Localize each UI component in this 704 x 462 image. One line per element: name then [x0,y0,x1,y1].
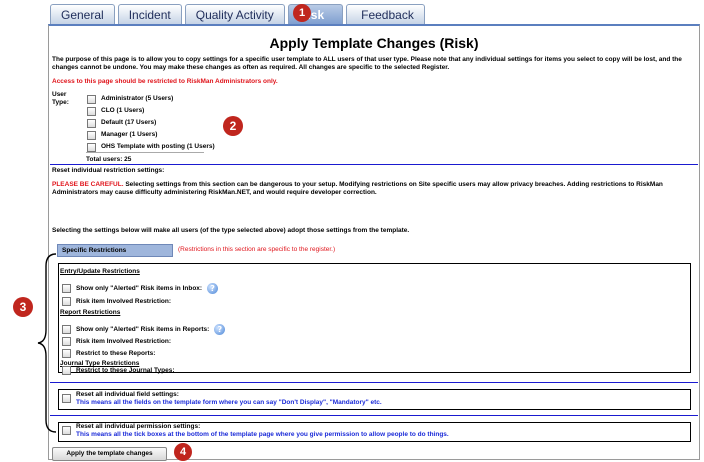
entry-label: Show only "Alerted" Risk items in Inbox: [76,284,203,292]
journal-checkbox[interactable] [62,366,71,375]
report-row: Restrict to these Reports: [62,349,155,358]
callout-3: 3 [13,297,33,317]
careful-prefix: PLEASE BE CAREFUL. [52,181,124,188]
user-type-row: Default (17 Users) [87,117,215,129]
reset-field-row: Reset all individual field settings: Thi… [62,391,382,407]
reset-perm-text: Reset all individual permission settings… [76,423,449,439]
access-note: Access to this page should be restricted… [52,78,278,85]
reset-perm-title: Reset all individual permission settings… [76,423,201,430]
section-divider [50,415,698,416]
section-divider [50,382,698,383]
journal-row: Restrict to these Journal Types: [62,366,175,375]
reset-field-title: Reset all individual field settings: [76,391,179,398]
report-label: Show only "Alerted" Risk items in Report… [76,325,210,333]
section-divider [50,164,698,165]
user-type-checkbox[interactable] [87,142,96,152]
user-type-label-item: CLO (1 Users) [101,107,145,114]
careful-warning: PLEASE BE CAREFUL. Selecting settings fr… [52,181,696,197]
callout-4: 4 [174,443,192,461]
report-checkbox[interactable] [62,325,71,334]
page-title: Apply Template Changes (Risk) [269,35,479,51]
help-icon[interactable]: ? [214,324,226,335]
user-type-row: CLO (1 Users) [87,105,215,117]
tab-bar: General Incident Quality Activity Risk F… [50,4,425,24]
entry-checkbox[interactable] [62,284,71,293]
tab-incident[interactable]: Incident [117,4,182,24]
intro-text: The purpose of this page is to allow you… [52,56,682,71]
report-row: Risk item Involved Restriction: [62,337,171,346]
apply-template-button[interactable]: Apply the template changes [52,447,167,461]
divider [86,152,204,153]
entry-label: Risk item Involved Restriction: [76,297,171,305]
help-icon[interactable]: ? [207,283,219,294]
entry-heading: Entry/Update Restrictions [60,268,140,275]
journal-label: Restrict to these Journal Types: [76,366,175,374]
selecting-text: Selecting the settings below will make a… [52,227,410,234]
tab-quality-activity[interactable]: Quality Activity [184,4,285,24]
report-label: Restrict to these Reports: [76,349,156,357]
report-label: Risk item Involved Restriction: [76,337,171,345]
tab-feedback[interactable]: Feedback [346,4,425,24]
user-type-checkbox[interactable] [87,130,96,140]
user-type-label-item: OHS Template with posting (1 Users) [101,143,215,150]
user-type-list: Administrator (5 Users) CLO (1 Users) De… [87,93,215,153]
specific-note: (Restrictions in this section are specif… [178,246,336,253]
user-type-label: User Type: [52,91,69,106]
user-type-label-item: Administrator (5 Users) [101,95,174,102]
reset-field-desc: This means all the fields on the templat… [76,399,382,406]
report-row: Show only "Alerted" Risk items in Report… [62,324,226,335]
reset-restriction-heading: Reset individual restriction settings: [52,167,165,174]
reset-field-text: Reset all individual field settings: Thi… [76,391,382,407]
callout-2: 2 [223,116,243,136]
entry-row: Show only "Alerted" Risk items in Inbox:… [62,283,219,294]
report-checkbox[interactable] [62,337,71,346]
user-type-row: Administrator (5 Users) [87,93,215,105]
specific-restrictions-button[interactable]: Specific Restrictions [57,244,173,257]
total-users: Total users: 25 [86,156,132,163]
user-type-checkbox[interactable] [87,94,96,104]
user-type-checkbox[interactable] [87,106,96,116]
reset-perm-desc: This means all the tick boxes at the bot… [76,431,449,438]
user-type-label-item: Manager (1 Users) [101,131,158,138]
report-checkbox[interactable] [62,349,71,358]
reset-field-checkbox[interactable] [62,394,71,403]
user-type-checkbox[interactable] [87,118,96,128]
report-heading: Report Restrictions [60,309,121,316]
user-type-row: Manager (1 Users) [87,129,215,141]
reset-perm-checkbox[interactable] [62,426,71,435]
reset-perm-row: Reset all individual permission settings… [62,423,449,439]
user-type-label-item: Default (17 Users) [101,119,157,126]
tab-general[interactable]: General [50,4,115,24]
callout-1: 1 [293,4,311,22]
careful-text: Selecting settings from this section can… [52,181,663,196]
brace-icon [37,253,57,433]
entry-row: Risk item Involved Restriction: [62,297,171,306]
entry-checkbox[interactable] [62,297,71,306]
